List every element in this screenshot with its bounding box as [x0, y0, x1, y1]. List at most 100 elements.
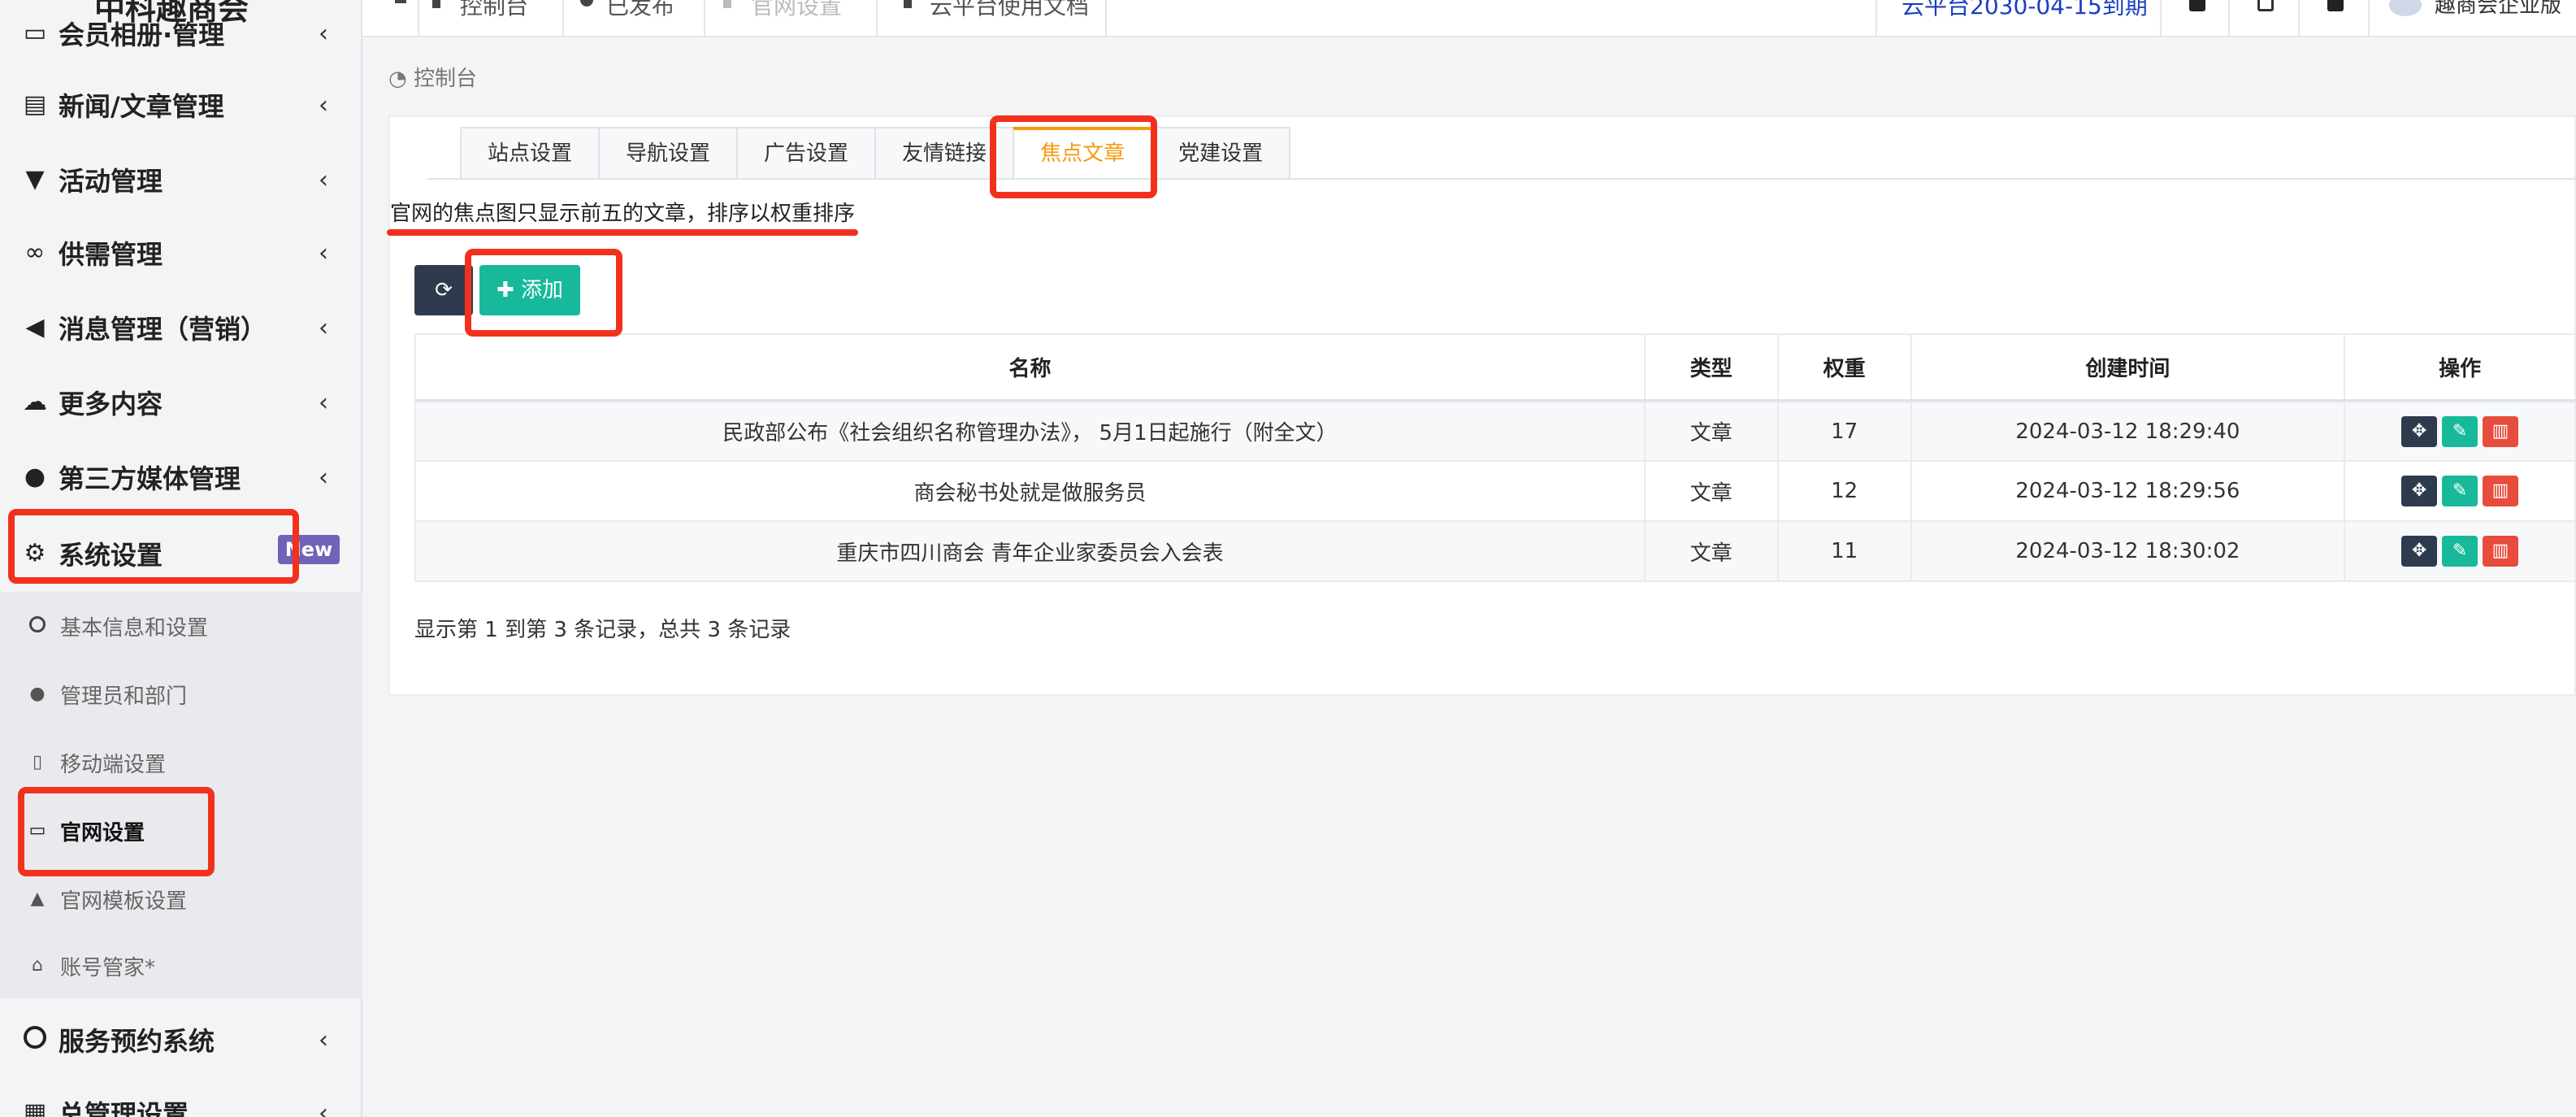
sidebar-item-news[interactable]: ▤ 新闻/文章管理 ‹ [0, 68, 362, 141]
row-type: 文章 [1643, 400, 1779, 462]
row-type: 文章 [1643, 460, 1779, 522]
table-header: 名称 类型 权重 创建时间 操作 [414, 333, 2576, 402]
annotation-box-tab [990, 115, 1157, 198]
tab-party[interactable]: 党建设置 [1151, 127, 1291, 179]
table-row: 重庆市四川商会 青年企业家委员会入会表 文章 11 2024-03-12 18:… [414, 520, 2576, 582]
chevron-left-icon: ‹ [319, 314, 328, 342]
bullhorn-icon: ◀ [25, 313, 45, 341]
sidebar-item-more[interactable]: ☁ 更多内容 ‹ [0, 366, 362, 439]
submenu-admins[interactable]: ● 管理员和部门 [0, 660, 362, 728]
col-created[interactable]: 创建时间 [1910, 333, 2346, 402]
menu-toggle[interactable] [362, 0, 419, 37]
pagination-summary: 显示第 1 到第 3 条记录，总共 3 条记录 [414, 618, 791, 642]
expiry-notice[interactable]: 云平台2030-04-15到期 [1876, 0, 2160, 37]
row-actions: ✥ ✎ ▥ [2344, 400, 2576, 462]
row-created: 2024-03-12 18:29:56 [1910, 460, 2346, 522]
pencil-icon[interactable]: ✎ [2442, 476, 2478, 506]
topnav-published[interactable]: 已发布 [564, 0, 705, 37]
top-nav: 控制台 已发布 官网设置 云平台使用文档 [362, 0, 1107, 37]
breadcrumb[interactable]: ◔ 控制台 [388, 62, 477, 92]
grid-button[interactable] [2160, 0, 2228, 37]
home-icon: ⌂ [32, 955, 43, 976]
chevron-left-icon: ‹ [319, 20, 328, 48]
sidebar-item-media[interactable]: ● 第三方媒体管理 ‹ [0, 441, 362, 514]
submenu-basic-info[interactable]: 基本信息和设置 [0, 592, 362, 660]
sidebar-item-events[interactable]: ▼ 活动管理 ‹ [0, 143, 362, 216]
move-icon[interactable]: ✥ [2401, 415, 2438, 447]
annotation-box-website [18, 787, 215, 876]
hamburger-icon [395, 0, 406, 3]
users-icon: ● [29, 684, 46, 704]
sidebar-item-supply[interactable]: ∞ 供需管理 ‹ [0, 216, 362, 289]
focus-notice: 官网的焦点图只显示前五的文章，排序以权重排序 [390, 202, 856, 226]
top-bar: 中科趣商会 控制台 已发布 官网设置 云平台使用文档 云平台2030-04-15… [0, 0, 2576, 37]
row-created: 2024-03-12 18:29:40 [1910, 400, 2346, 462]
user-menu[interactable]: 趣商会企业版 [2368, 0, 2576, 37]
filter-icon: ▼ [25, 165, 45, 193]
link-icon: ∞ [24, 238, 46, 267]
pencil-icon[interactable]: ✎ [2442, 536, 2478, 567]
image-icon: ▭ [23, 19, 47, 47]
sidebar-item-messages[interactable]: ◀ 消息管理（营销） ‹ [0, 291, 362, 364]
top-right: 云平台2030-04-15到期 趣商会企业版 [1876, 0, 2576, 37]
chevron-left-icon: ‹ [319, 463, 328, 492]
col-weight[interactable]: 权重 [1776, 333, 1912, 402]
tab-navigation[interactable]: 导航设置 [598, 127, 739, 179]
move-icon[interactable]: ✥ [2401, 476, 2438, 506]
document-icon [904, 0, 912, 8]
trash-icon[interactable]: ▥ [2483, 415, 2519, 447]
topnav-docs[interactable]: 云平台使用文档 [878, 0, 1107, 37]
chevron-left-icon: ‹ [319, 239, 328, 267]
dashboard-icon [432, 0, 440, 8]
row-type: 文章 [1643, 520, 1779, 582]
row-weight: 17 [1776, 400, 1912, 462]
chevron-left-icon: ‹ [319, 1026, 328, 1054]
tab-ads[interactable]: 广告设置 [736, 127, 877, 179]
home-button[interactable] [2298, 0, 2368, 37]
settings-tabs: 站点设置 导航设置 广告设置 友情链接 焦点文章 党建设置 [460, 127, 1291, 179]
envelope-icon [2257, 0, 2274, 11]
avatar [2389, 0, 2422, 16]
sidebar-item-member-album[interactable]: ▭ 会员相册·管理 ‹ [0, 0, 362, 70]
circle-icon [28, 616, 47, 636]
row-created: 2024-03-12 18:30:02 [1910, 520, 2346, 582]
move-icon[interactable]: ✥ [2401, 536, 2438, 567]
topnav-dashboard[interactable]: 控制台 [419, 0, 564, 37]
col-type[interactable]: 类型 [1643, 333, 1779, 402]
message-button[interactable] [2228, 0, 2298, 37]
trash-icon[interactable]: ▥ [2483, 476, 2519, 506]
chevron-left-icon: ‹ [319, 166, 328, 194]
wechat-icon: ● [24, 463, 46, 491]
calculator-icon: ▦ [23, 1098, 47, 1117]
cloud-icon: ☁ [23, 388, 47, 416]
refresh-icon [580, 0, 593, 7]
topnav-site-settings[interactable]: 官网设置 [705, 0, 878, 37]
mobile-icon: ▯ [32, 752, 43, 772]
sidebar-item-admin-settings[interactable]: ▦ 总管理设置 ‹ [0, 1076, 362, 1117]
annotation-underline [387, 229, 858, 236]
table-row: 商会秘书处就是做服务员 文章 12 2024-03-12 18:29:56 ✥ ✎… [414, 460, 2576, 522]
col-name[interactable]: 名称 [414, 333, 1646, 402]
home-icon [2327, 0, 2344, 11]
pencil-icon[interactable]: ✎ [2442, 415, 2478, 447]
col-actions: 操作 [2344, 333, 2576, 402]
row-name: 商会秘书处就是做服务员 [414, 460, 1646, 522]
row-actions: ✥ ✎ ▥ [2344, 460, 2576, 522]
row-weight: 12 [1776, 460, 1912, 522]
row-name: 重庆市四川商会 青年企业家委员会入会表 [414, 520, 1646, 582]
chevron-left-icon: ‹ [319, 91, 328, 120]
dashboard-icon: ◔ [388, 67, 414, 91]
trash-icon[interactable]: ▥ [2483, 536, 2519, 567]
annotation-box-system [8, 509, 299, 584]
grid-icon [2189, 0, 2205, 11]
tab-site[interactable]: 站点设置 [460, 127, 601, 179]
circle-icon [21, 1026, 49, 1054]
refresh-icon: ⟳ [435, 278, 453, 302]
monitor-icon [723, 0, 731, 8]
table-row: 民政部公布《社会组织名称管理办法》， 5月1日起施行（附全文） 文章 17 20… [414, 400, 2576, 462]
row-weight: 11 [1776, 520, 1912, 582]
chevron-left-icon: ‹ [319, 1099, 328, 1117]
sidebar-item-booking[interactable]: 服务预约系统 ‹ [0, 1003, 362, 1076]
submenu-account[interactable]: ⌂ 账号管家* [0, 932, 362, 1000]
chevron-left-icon: ‹ [319, 389, 328, 417]
